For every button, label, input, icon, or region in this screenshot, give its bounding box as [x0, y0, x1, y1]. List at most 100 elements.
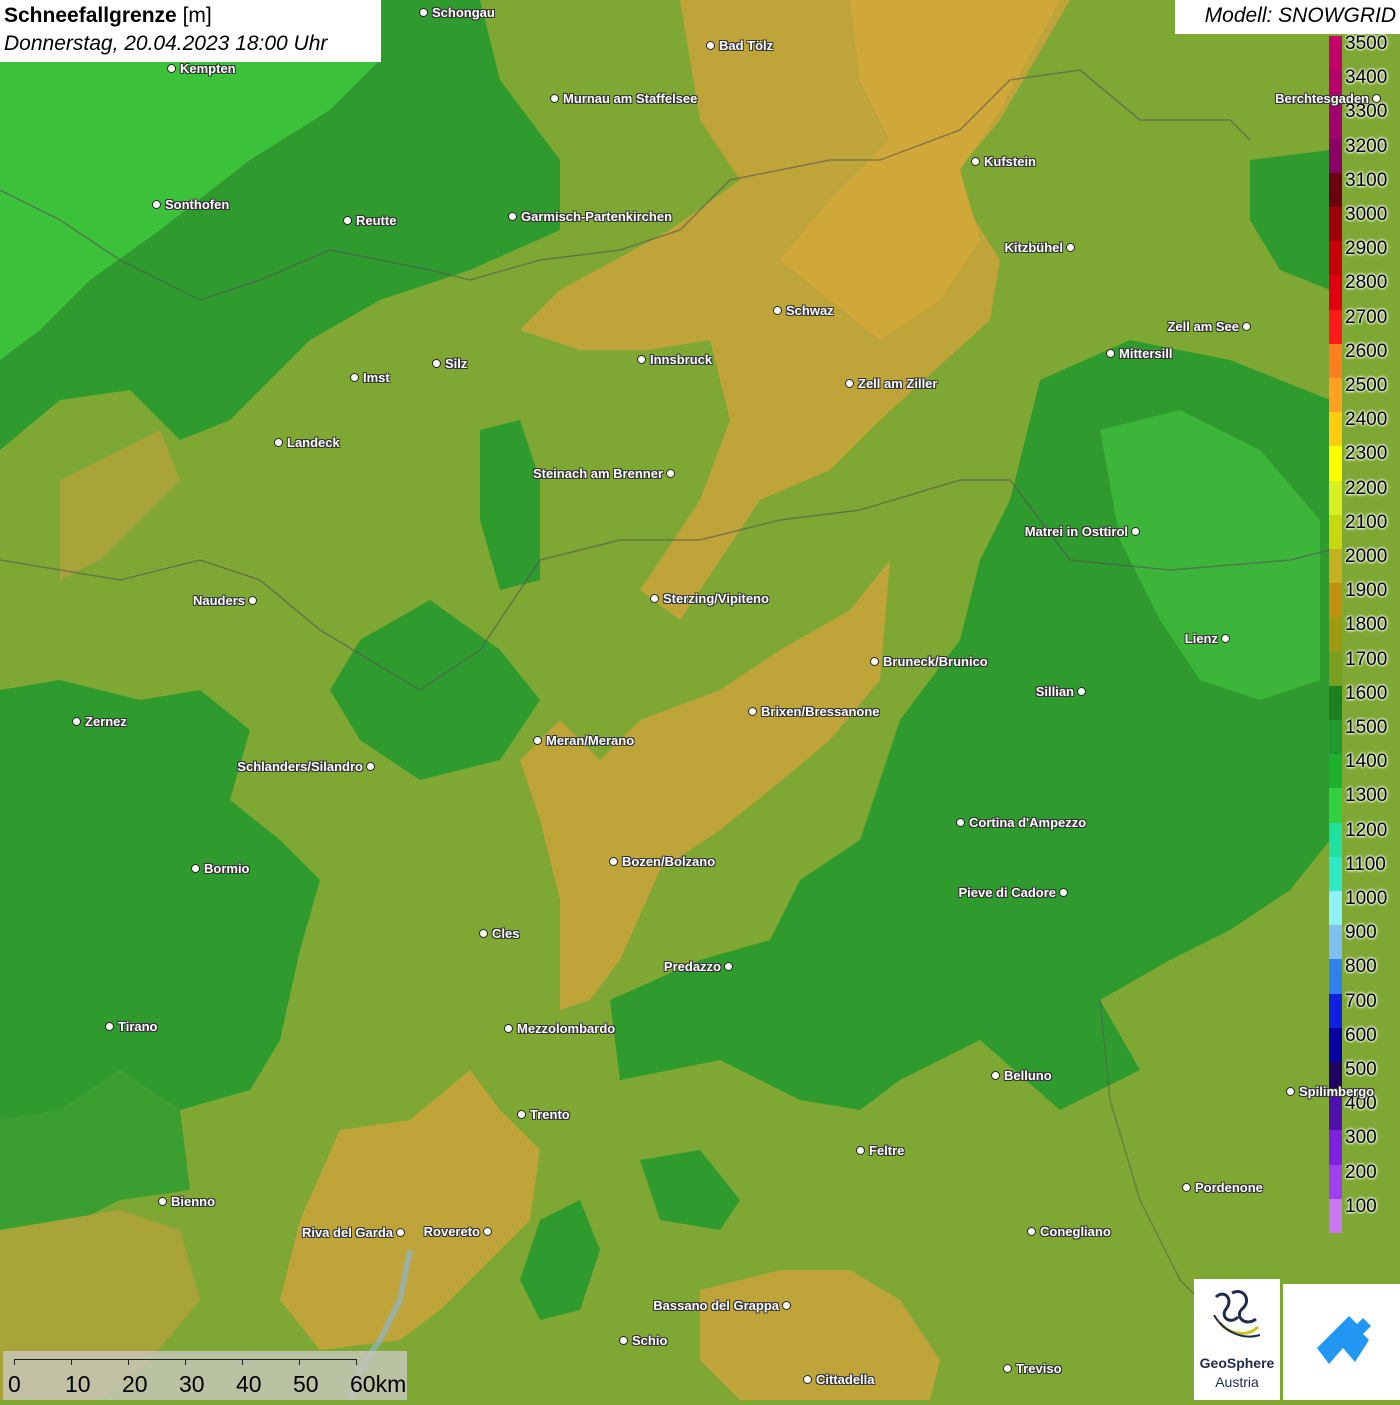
partner-logo[interactable] — [1283, 1284, 1400, 1400]
color-legend: 3500 3400 3300 3200 3100 3000 2900 2800 2700 2600… — [1329, 33, 1400, 1234]
city-marker[interactable] — [1182, 1183, 1191, 1192]
legend-label: 200 — [1345, 1161, 1377, 1183]
legend-swatch — [1329, 309, 1342, 345]
city-marker[interactable] — [504, 1024, 513, 1033]
city-marker[interactable] — [432, 359, 441, 368]
city-marker[interactable] — [666, 469, 675, 478]
city-marker[interactable] — [167, 64, 176, 73]
city-marker[interactable] — [870, 657, 879, 666]
city-label: Mittersill — [1119, 346, 1173, 361]
city-marker[interactable] — [803, 1375, 812, 1384]
legend-label: 3500 — [1345, 33, 1388, 54]
city-marker[interactable] — [105, 1022, 114, 1031]
city-label: Innsbruck — [650, 352, 713, 367]
legend-label: 800 — [1345, 956, 1377, 978]
city-marker[interactable] — [650, 594, 659, 603]
legend-label: 2000 — [1345, 546, 1388, 567]
legend-swatch — [1329, 1027, 1342, 1063]
legend-label: 1700 — [1345, 648, 1388, 670]
scale-tick — [71, 1359, 72, 1365]
city-marker[interactable] — [748, 707, 757, 716]
city-label: Zernez — [85, 714, 127, 729]
city-label: Bad Tölz — [719, 38, 774, 53]
legend-label: 2600 — [1345, 340, 1388, 362]
city-marker[interactable] — [1286, 1087, 1295, 1096]
city-marker[interactable] — [533, 736, 542, 745]
city-marker[interactable] — [971, 157, 980, 166]
geosphere-logo[interactable]: GeoSphere Austria — [1194, 1279, 1280, 1400]
city-marker[interactable] — [508, 212, 517, 221]
city-marker[interactable] — [1059, 888, 1068, 897]
map-datetime: Donnerstag, 20.04.2023 18:00 Uhr — [4, 32, 328, 55]
city-label: Landeck — [287, 435, 340, 450]
city-marker[interactable] — [1221, 634, 1230, 643]
city-label: Schwaz — [786, 303, 834, 318]
city-marker[interactable] — [72, 717, 81, 726]
city-marker[interactable] — [517, 1110, 526, 1119]
city-marker[interactable] — [845, 379, 854, 388]
city-marker[interactable] — [366, 762, 375, 771]
city-label: Schlanders/Silandro — [237, 759, 363, 774]
city-marker[interactable] — [550, 94, 559, 103]
city-marker[interactable] — [419, 8, 428, 17]
city-marker[interactable] — [782, 1301, 791, 1310]
legend-label: 2400 — [1345, 409, 1388, 431]
city-marker[interactable] — [724, 962, 733, 971]
city-marker[interactable] — [1131, 527, 1140, 536]
city-marker[interactable] — [1077, 687, 1086, 696]
city-marker[interactable] — [152, 200, 161, 209]
city-marker[interactable] — [343, 216, 352, 225]
legend-label: 600 — [1345, 1024, 1377, 1046]
city-label: Schongau — [432, 5, 495, 20]
city-marker[interactable] — [1003, 1364, 1012, 1373]
mountain-arrow-icon — [1317, 1316, 1371, 1364]
scale-tick — [128, 1359, 129, 1365]
city-marker[interactable] — [609, 857, 618, 866]
city-marker[interactable] — [1106, 349, 1115, 358]
city-marker[interactable] — [1066, 243, 1075, 252]
scale-tick — [356, 1359, 357, 1365]
city-label: Kitzbühel — [1004, 240, 1064, 255]
city-marker[interactable] — [1242, 322, 1251, 331]
city-label: Trento — [530, 1107, 570, 1122]
legend-swatch — [1329, 514, 1342, 550]
legend-swatch — [1329, 617, 1342, 653]
legend-swatch — [1329, 241, 1342, 276]
city-label: Rovereto — [423, 1224, 480, 1239]
city-label: Bormio — [204, 861, 250, 876]
city-marker[interactable] — [396, 1228, 405, 1237]
city-label: Treviso — [1016, 1361, 1062, 1376]
city-marker[interactable] — [856, 1146, 865, 1155]
legend-label: 3400 — [1345, 67, 1388, 89]
city-marker[interactable] — [773, 306, 782, 315]
legend-label: 2200 — [1345, 477, 1388, 499]
city-label: Predazzo — [663, 959, 721, 974]
legend-swatch — [1329, 138, 1342, 174]
city-marker[interactable] — [991, 1071, 1000, 1080]
model-label: Modell: SNOWGRID — [1175, 0, 1400, 34]
city-label: Bozen/Bolzano — [622, 854, 716, 869]
geosphere-swirl-icon — [1213, 1290, 1261, 1338]
city-marker[interactable] — [619, 1336, 628, 1345]
city-marker[interactable] — [637, 355, 646, 364]
geosphere-sub: Austria — [1215, 1374, 1259, 1390]
city-marker[interactable] — [350, 373, 359, 382]
city-marker[interactable] — [956, 818, 965, 827]
city-label: Riva del Garda — [301, 1225, 393, 1240]
city-marker[interactable] — [274, 438, 283, 447]
city-marker[interactable] — [248, 596, 257, 605]
city-label: Sonthofen — [165, 197, 230, 212]
city-label: Cortina d'Ampezzo — [969, 815, 1087, 830]
legend-label: 300 — [1345, 1127, 1377, 1149]
legend-label: 1300 — [1345, 785, 1388, 807]
city-marker[interactable] — [1372, 94, 1381, 103]
city-marker[interactable] — [1027, 1227, 1036, 1236]
city-marker[interactable] — [479, 929, 488, 938]
scale-tick — [14, 1359, 15, 1365]
city-marker[interactable] — [483, 1227, 492, 1236]
city-marker[interactable] — [158, 1197, 167, 1206]
city-marker[interactable] — [706, 41, 715, 50]
city-label: Steinach am Brenner — [532, 466, 663, 481]
city-label: Sillian — [1035, 684, 1074, 699]
city-marker[interactable] — [191, 864, 200, 873]
